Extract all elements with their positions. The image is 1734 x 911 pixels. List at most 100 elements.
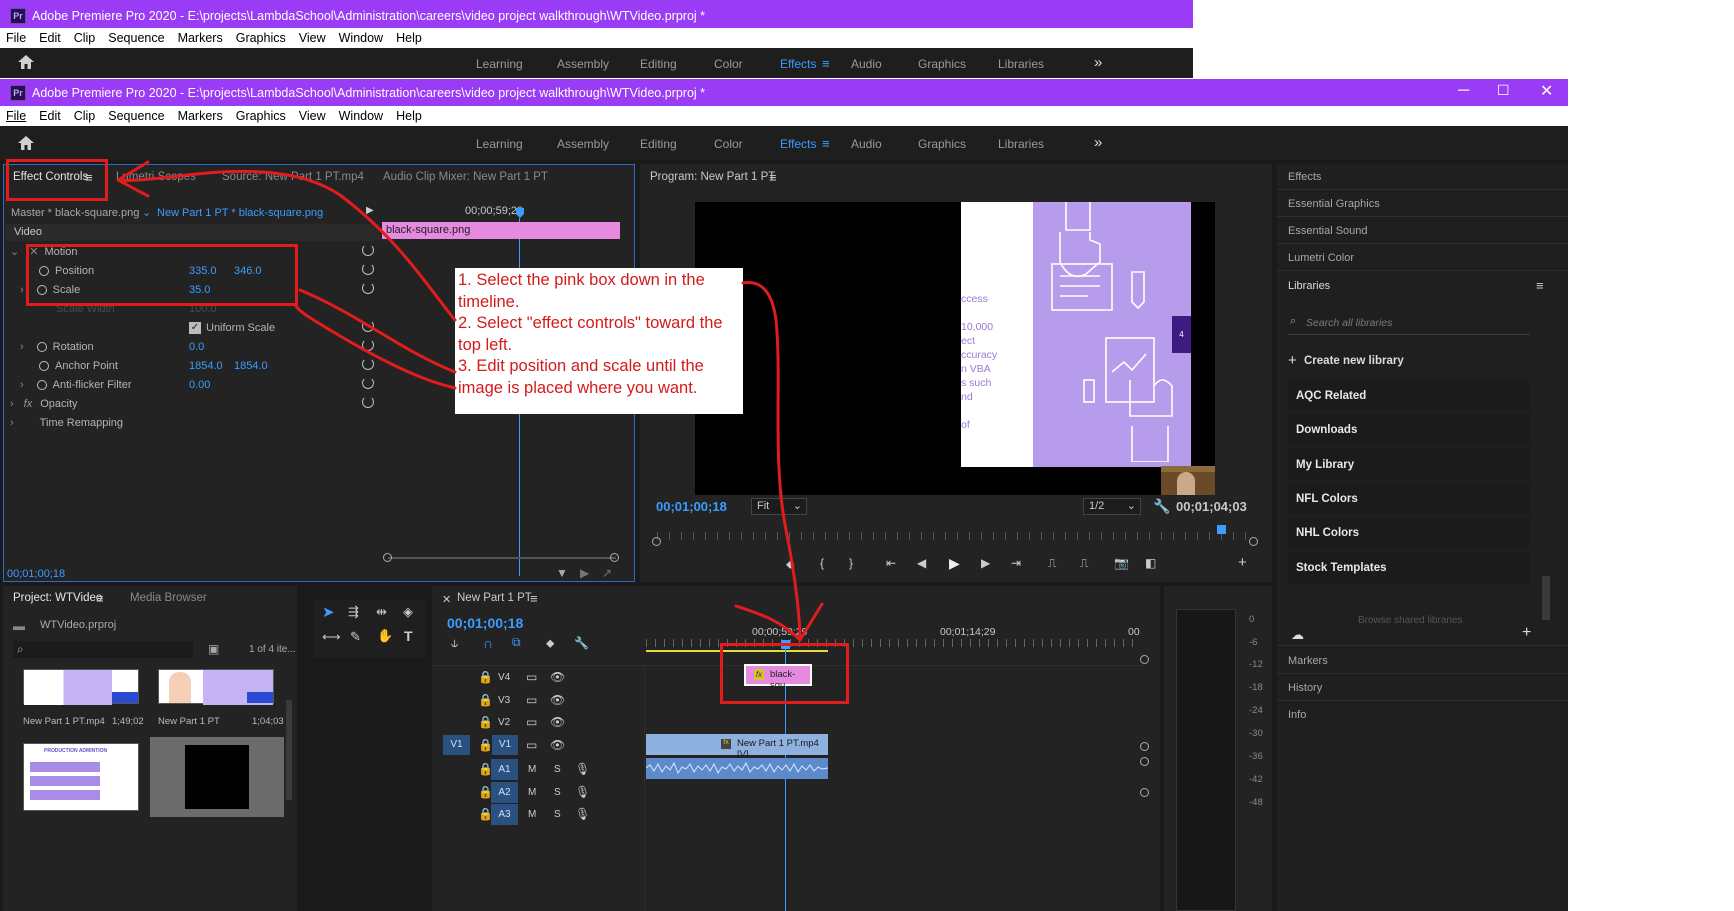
resolution-dropdown[interactable]: 1/2 ⌄ bbox=[1083, 498, 1141, 515]
stopwatch-icon[interactable] bbox=[36, 379, 47, 390]
scroll-handle-mid[interactable] bbox=[1140, 742, 1149, 751]
eye-icon[interactable]: 👁 bbox=[550, 670, 565, 684]
menu-window[interactable]: Window bbox=[339, 31, 383, 45]
rotation-value[interactable]: 0.0 bbox=[189, 341, 204, 353]
close-tab-icon[interactable]: ✕ bbox=[442, 593, 451, 606]
sync-lock-icon[interactable]: ▭ bbox=[526, 670, 537, 684]
slip-tool-icon[interactable]: ⟷ bbox=[322, 629, 341, 645]
library-item[interactable]: NHL Colors bbox=[1288, 517, 1530, 548]
library-item[interactable]: Downloads bbox=[1288, 414, 1530, 445]
ec-clip-bar[interactable]: black-square.png bbox=[382, 222, 620, 239]
mark-in-icon[interactable]: { bbox=[820, 556, 824, 570]
solo-button[interactable]: S bbox=[554, 787, 561, 798]
track-label-v1[interactable]: V1 bbox=[492, 735, 518, 755]
mute-button[interactable]: M bbox=[528, 764, 536, 775]
panel-menu-icon[interactable]: ≡ bbox=[1536, 278, 1544, 293]
tab-source[interactable]: Source: New Part 1 PT.mp4 bbox=[222, 171, 364, 183]
history-tab[interactable]: History bbox=[1288, 682, 1322, 694]
scroll-handle-left[interactable] bbox=[383, 553, 392, 562]
extract-icon[interactable]: ⎍ bbox=[1080, 556, 1088, 571]
eye-icon[interactable]: 👁 bbox=[550, 738, 565, 752]
program-ruler[interactable] bbox=[657, 532, 1253, 540]
fit-dropdown[interactable]: Fit ⌄ bbox=[751, 498, 807, 515]
go-to-out-icon[interactable]: ⇥ bbox=[1011, 556, 1021, 570]
source-patch-v1[interactable]: V1 bbox=[443, 735, 470, 755]
reset-icon[interactable] bbox=[362, 263, 374, 275]
panel-menu-icon[interactable]: ≡ bbox=[769, 170, 777, 185]
nest-icon[interactable]: ⫝ bbox=[451, 636, 458, 651]
track-label-v2[interactable]: V2 bbox=[498, 717, 510, 728]
fx-icon[interactable]: fx bbox=[24, 398, 33, 410]
reset-icon[interactable] bbox=[362, 339, 374, 351]
reset-icon[interactable] bbox=[362, 282, 374, 294]
plus-icon[interactable]: + bbox=[1288, 352, 1297, 369]
library-item[interactable]: AQC Related bbox=[1288, 380, 1530, 411]
library-search-input[interactable]: ⌕ Search all libraries bbox=[1288, 311, 1530, 335]
minimize-icon[interactable]: ─ bbox=[1458, 82, 1469, 100]
ws-libraries[interactable]: Libraries bbox=[998, 57, 1044, 71]
browse-shared-libraries[interactable]: Browse shared libraries bbox=[1358, 615, 1463, 626]
ws-effects[interactable]: Effects bbox=[780, 57, 816, 71]
track-label-v3[interactable]: V3 bbox=[498, 695, 510, 706]
lift-icon[interactable]: ⎍ bbox=[1048, 556, 1056, 571]
maximize-icon[interactable]: ☐ bbox=[1497, 82, 1510, 99]
track-label-a2[interactable]: A2 bbox=[491, 781, 518, 803]
new-bin-icon[interactable]: ▣ bbox=[208, 642, 219, 656]
ws-editing[interactable]: Editing bbox=[640, 137, 677, 151]
uniform-scale-checkbox[interactable]: ✓ bbox=[189, 321, 201, 334]
scroll-handle-bottom[interactable] bbox=[1140, 788, 1149, 797]
ws-audio[interactable]: Audio bbox=[851, 137, 882, 151]
menu-help[interactable]: Help bbox=[396, 109, 422, 123]
more-workspaces-icon[interactable]: » bbox=[1094, 134, 1102, 151]
ws-color[interactable]: Color bbox=[714, 57, 743, 71]
mark-out-icon[interactable]: } bbox=[849, 556, 853, 570]
effects-tab[interactable]: Effects bbox=[1288, 171, 1321, 183]
chevron-right-icon[interactable]: › bbox=[10, 417, 14, 429]
ws-assembly[interactable]: Assembly bbox=[557, 137, 609, 151]
tab-lumetri-scopes[interactable]: Lumetri Scopes bbox=[116, 171, 196, 183]
ws-editing[interactable]: Editing bbox=[640, 57, 677, 71]
step-back-icon[interactable]: ◀ bbox=[917, 556, 926, 570]
lock-icon[interactable]: 🔒 bbox=[478, 693, 493, 707]
video-clip[interactable]: fx New Part 1 PT.mp4 [V] bbox=[646, 734, 828, 760]
tab-audio-clip-mixer[interactable]: Audio Clip Mixer: New Part 1 PT bbox=[383, 171, 548, 183]
play-audio-icon[interactable]: ▶ bbox=[580, 566, 589, 580]
mute-button[interactable]: M bbox=[528, 809, 536, 820]
type-tool-icon[interactable]: T bbox=[404, 628, 413, 644]
ws-assembly[interactable]: Assembly bbox=[557, 57, 609, 71]
track-label-a1[interactable]: A1 bbox=[491, 758, 518, 780]
timeline-title[interactable]: New Part 1 PT bbox=[457, 592, 532, 604]
panel-menu-icon[interactable]: ≡ bbox=[530, 591, 538, 606]
stopwatch-icon[interactable] bbox=[39, 360, 49, 371]
menu-file[interactable]: File bbox=[6, 31, 26, 45]
timeline-timecode[interactable]: 00;01;00;18 bbox=[447, 615, 523, 631]
cloud-icon[interactable]: ☁ bbox=[1291, 627, 1304, 643]
menu-file[interactable]: File bbox=[6, 109, 26, 123]
add-marker-icon[interactable]: ⬥ bbox=[546, 636, 554, 651]
step-forward-icon[interactable]: ▶ bbox=[981, 556, 990, 570]
library-item[interactable]: My Library bbox=[1288, 449, 1530, 480]
menu-graphics[interactable]: Graphics bbox=[236, 109, 286, 123]
ws-learning[interactable]: Learning bbox=[476, 57, 523, 71]
solo-button[interactable]: S bbox=[554, 764, 561, 775]
ws-audio[interactable]: Audio bbox=[851, 57, 882, 71]
library-scrollbar[interactable] bbox=[1542, 576, 1550, 620]
eye-icon[interactable]: 👁 bbox=[550, 693, 565, 707]
tab-project[interactable]: Project: WTVideo bbox=[13, 592, 102, 604]
export-icon[interactable]: ↗ bbox=[602, 566, 612, 580]
close-icon[interactable]: ✕ bbox=[1540, 81, 1553, 101]
program-playhead[interactable] bbox=[1217, 525, 1226, 534]
microphone-icon[interactable]: 🎙 bbox=[575, 762, 590, 776]
scroll-handle-right[interactable] bbox=[1249, 537, 1258, 546]
libraries-tab[interactable]: Libraries bbox=[1288, 280, 1330, 292]
scroll-handle-mid[interactable] bbox=[1140, 757, 1149, 766]
ec-zoom-scrollbar[interactable] bbox=[388, 557, 616, 559]
menu-edit[interactable]: Edit bbox=[39, 109, 61, 123]
program-timecode-left[interactable]: 00;01;00;18 bbox=[656, 499, 727, 514]
project-search-input[interactable]: ⌕ bbox=[13, 641, 193, 658]
home-icon[interactable] bbox=[18, 136, 34, 150]
play-only-icon[interactable]: ▶ bbox=[366, 205, 374, 216]
panel-menu-icon[interactable]: ≡ bbox=[96, 591, 104, 606]
filter-icon[interactable]: ▼ bbox=[556, 566, 568, 580]
chevron-right-icon[interactable]: › bbox=[20, 379, 24, 391]
